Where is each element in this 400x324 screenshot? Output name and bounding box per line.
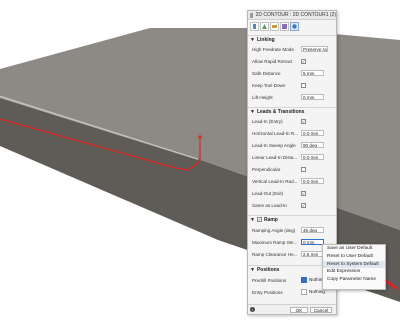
entry-label: Entry Positions — [252, 289, 283, 295]
heights-tab[interactable] — [270, 22, 279, 31]
vertical-lead-in-label: Vertical Lead-In Rad... — [252, 178, 298, 184]
safe-distance-row: Safe Distance 5 mm — [252, 69, 333, 77]
lift-height-input[interactable]: 0 mm — [301, 94, 324, 100]
lead-out-row: Lead-Out (Exit) ✓ — [252, 189, 333, 197]
linear-lead-in-input[interactable]: 0.0 mm — [301, 154, 324, 160]
cancel-button[interactable]: Cancel — [310, 307, 332, 313]
info-icon[interactable]: i — [250, 307, 255, 312]
predrill-label: Predrill Positions — [252, 277, 287, 283]
dialog-tabs — [250, 22, 299, 31]
menu-item-save-as-user-default[interactable]: Save as User Default — [323, 245, 385, 253]
predrill-row: Predrill Positions Nothing — [252, 276, 333, 284]
max-ramp-step-row: Maximum Ramp Ste... 0 mm — [252, 238, 333, 246]
contour-icon — [250, 12, 253, 18]
lead-in-sweep-label: Lead-In Sweep Angle — [252, 142, 296, 148]
safe-distance-label: Safe Distance — [252, 70, 281, 76]
lead-in-checkbox[interactable]: ✓ — [301, 118, 306, 124]
lift-height-label: Lift Height — [252, 94, 273, 100]
geometry-tab[interactable] — [260, 22, 269, 31]
perpendicular-checkbox[interactable] — [301, 166, 306, 172]
linear-lead-in-label: Linear Lead-In Dista... — [252, 154, 298, 160]
horizontal-lead-in-input[interactable]: 0.0 mm — [301, 130, 324, 136]
perpendicular-row: Perpendicular — [252, 165, 333, 173]
dialog-title: 2D CONTOUR : 2D CONTOUR1 (2) — [255, 12, 336, 18]
high-feedrate-select[interactable]: Preserve rap... — [301, 46, 328, 52]
ramping-angle-label: Ramping Angle (deg) — [252, 227, 296, 233]
keep-tool-down-row: Keep Tool Down — [252, 81, 333, 89]
perpendicular-label: Perpendicular — [252, 166, 281, 172]
allow-rapid-retract-row: Allow Rapid Retract ✓ — [252, 57, 333, 65]
lift-height-row: Lift Height 0 mm — [252, 93, 333, 101]
collapse-icon: ▼ — [250, 108, 255, 115]
keep-tool-down-label: Keep Tool Down — [252, 82, 286, 88]
lead-out-checkbox[interactable]: ✓ — [301, 190, 306, 196]
ramping-angle-row: Ramping Angle (deg) 45 deg — [252, 226, 333, 234]
menu-item-reset-to-user-default[interactable]: Reset to User Default — [323, 253, 385, 261]
same-as-lead-in-row: Same as Lead-In ✓ — [252, 201, 333, 209]
allow-rapid-retract-checkbox[interactable]: ✓ — [301, 58, 306, 64]
ok-button[interactable]: OK — [290, 307, 308, 313]
ramp-clearance-input[interactable]: 2.5 mm — [301, 251, 324, 257]
high-feedrate-label: High Feedrate Mode — [252, 46, 294, 52]
menu-item-copy-parameter-name[interactable]: Copy Parameter Name — [323, 276, 385, 284]
lead-in-label: Lead-In (Entry) — [252, 118, 283, 124]
same-as-lead-in-label: Same as Lead-In — [252, 202, 287, 208]
predrill-select-icon[interactable] — [301, 277, 307, 283]
ramp-clearance-label: Ramp Clearance He... — [252, 251, 298, 257]
leads-header[interactable]: ▼ Leads & Transitions — [248, 107, 336, 115]
linking-section: ▼ Linking — [248, 35, 336, 43]
keep-tool-down-checkbox[interactable] — [301, 82, 306, 88]
leads-section: ▼ Leads & Transitions — [248, 107, 336, 115]
tool-tab[interactable] — [250, 22, 259, 31]
menu-item-edit-expression[interactable]: Edit Expression — [323, 268, 385, 276]
linear-lead-in-row: Linear Lead-In Dista... 0.0 mm — [252, 153, 333, 161]
dialog-titlebar[interactable]: 2D CONTOUR : 2D CONTOUR1 (2) — [248, 11, 336, 20]
linking-header[interactable]: ▼ Linking — [248, 35, 336, 43]
lead-in-row: Lead-In (Entry) ✓ — [252, 117, 333, 125]
vertical-lead-in-input[interactable]: 0.0 mm — [301, 178, 324, 184]
entry-row: Entry Positions Nothing — [252, 288, 333, 296]
safe-distance-input[interactable]: 5 mm — [301, 70, 324, 76]
vertical-lead-in-row: Vertical Lead-In Rad... 0.0 mm — [252, 177, 333, 185]
lead-in-sweep-input[interactable]: 90 deg — [301, 142, 324, 148]
max-ramp-step-input[interactable]: 0 mm — [301, 239, 324, 245]
collapse-icon: ▼ — [250, 266, 255, 273]
toolpath-start-point — [198, 135, 202, 139]
passes-tab[interactable] — [280, 22, 289, 31]
collapse-icon: ▼ — [250, 36, 255, 43]
leads-title: Leads & Transitions — [256, 108, 305, 115]
entry-select-icon[interactable] — [301, 289, 307, 295]
linking-title: Linking — [256, 36, 275, 43]
max-ramp-step-label: Maximum Ramp Ste... — [252, 239, 298, 245]
lead-in-sweep-row: Lead-In Sweep Angle 90 deg — [252, 141, 333, 149]
lead-out-label: Lead-Out (Exit) — [252, 190, 284, 196]
allow-rapid-retract-label: Allow Rapid Retract — [252, 58, 293, 64]
horizontal-lead-in-label: Horizontal Lead-In R... — [252, 130, 298, 136]
ramp-title: Ramp — [263, 216, 278, 223]
horizontal-lead-in-row: Horizontal Lead-In R... 0.0 mm — [252, 129, 333, 137]
ramp-checkbox[interactable]: ✓ — [256, 217, 262, 222]
menu-item-reset-to-system-default[interactable]: Reset to System Default — [323, 260, 385, 269]
ramping-angle-input[interactable]: 45 deg — [301, 227, 324, 233]
linking-tab[interactable] — [290, 22, 299, 31]
positions-title: Positions — [256, 266, 280, 273]
collapse-icon: ▼ — [250, 216, 255, 223]
ramp-header[interactable]: ▼ ✓ Ramp — [248, 215, 336, 223]
context-menu: Save as User Default Reset to User Defau… — [322, 244, 386, 290]
same-as-lead-in-checkbox[interactable]: ✓ — [301, 202, 306, 208]
ramp-clearance-row: Ramp Clearance He... 2.5 mm — [252, 250, 333, 258]
dialog-footer: i OK Cancel — [248, 304, 336, 314]
high-feedrate-row: High Feedrate Mode Preserve rap... — [252, 45, 333, 53]
ramp-section: ▼ ✓ Ramp — [248, 215, 336, 223]
